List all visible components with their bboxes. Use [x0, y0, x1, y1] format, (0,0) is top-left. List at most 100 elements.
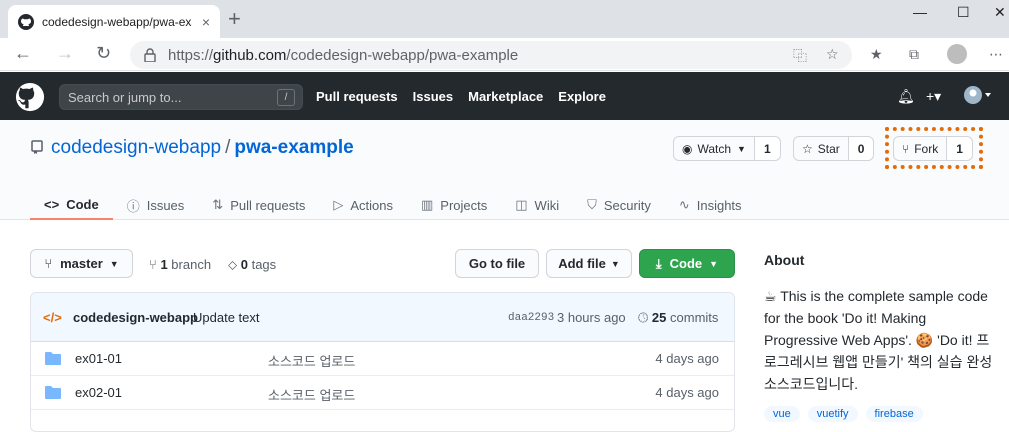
pull-request-icon: ⇅ — [212, 197, 224, 212]
add-file-button[interactable]: Add file ▼ — [546, 249, 632, 278]
close-tab-icon[interactable]: × — [202, 14, 210, 30]
topic-tag[interactable]: vuetify — [807, 406, 858, 422]
github-logo-icon[interactable] — [15, 82, 45, 112]
tab-actions-label: Actions — [350, 197, 393, 213]
branch-count-icon: ⑂ — [149, 257, 157, 272]
watch-label: Watch — [697, 141, 732, 156]
download-icon: ⤓ — [655, 255, 662, 271]
star-button[interactable]: ☆ Star — [794, 137, 849, 160]
user-avatar[interactable] — [964, 86, 992, 107]
search-input[interactable]: Search or jump to... / — [59, 84, 303, 110]
shield-icon: ⛉ — [587, 197, 597, 212]
tab-pull-requests[interactable]: ⇅ Pull requests — [198, 190, 319, 220]
watch-count[interactable]: 1 — [754, 137, 780, 160]
fork-highlight-annotation — [885, 127, 983, 169]
branch-icon: ⑂ — [44, 256, 53, 271]
tab-title: codedesign-webapp/pwa-examp — [42, 14, 192, 29]
search-placeholder: Search or jump to... — [68, 89, 182, 105]
branches-link[interactable]: ⑂ 1 branch — [149, 257, 211, 272]
add-file-label: Add file — [558, 256, 606, 271]
tag-word: tags — [251, 257, 277, 272]
topic-tag[interactable]: firebase — [865, 406, 923, 422]
search-shortcut-key: / — [277, 89, 295, 106]
tab-issues[interactable]: ⓘ Issues — [113, 190, 199, 220]
file-name[interactable]: ex02-01 — [75, 385, 122, 400]
nav-marketplace[interactable]: Marketplace — [468, 89, 543, 104]
tab-projects-label: Projects — [440, 197, 488, 213]
avatar-dropdown-icon — [964, 86, 991, 104]
repo-icon — [31, 140, 43, 154]
eye-icon: ◉ — [682, 141, 693, 156]
star-button-group: ☆ Star 0 — [793, 136, 875, 161]
file-list: </> codedesign-webapp Update text daa229… — [30, 292, 735, 432]
go-to-file-button[interactable]: Go to file — [455, 249, 539, 278]
commit-message[interactable]: Update text — [193, 310, 260, 325]
file-age: 4 days ago — [655, 385, 719, 400]
repo-nav: <> Code ⓘ Issues ⇅ Pull requests ▷ Actions ▥… — [30, 190, 756, 220]
tab-code[interactable]: <> Code — [30, 190, 113, 220]
branch-name: master — [60, 256, 103, 271]
branch-count: 1 — [160, 257, 168, 272]
commits-link[interactable]: 🕓︎ 25 commits — [638, 310, 718, 326]
code-download-button[interactable]: ⤓ Code ▼ — [639, 249, 735, 278]
browser-tab[interactable]: codedesign-webapp/pwa-examp × — [8, 5, 220, 38]
repo-header: codedesign-webapp / pwa-example ◉ Watch ▼ 1 … — [0, 120, 1009, 220]
close-window-icon[interactable]: ✕ — [994, 4, 1006, 21]
commit-count: 25 — [651, 310, 667, 325]
list-item[interactable]: ex02-01 소스코드 업로드 4 days ago — [31, 376, 734, 410]
create-new-plus-icon[interactable]: +▾ — [926, 88, 941, 105]
back-icon[interactable]: ← — [14, 43, 32, 64]
favorite-star-icon[interactable]: ☆ — [826, 46, 839, 63]
caret-down-icon: ▼ — [709, 258, 719, 269]
file-commit-message[interactable]: 소스코드 업로드 — [268, 385, 355, 404]
code-brand-icon: </> — [43, 310, 62, 325]
browser-profile-avatar[interactable] — [947, 44, 967, 64]
tab-projects[interactable]: ▥ Projects — [407, 190, 501, 220]
maximize-icon[interactable]: ☐ — [957, 4, 970, 21]
tab-actions[interactable]: ▷ Actions — [319, 190, 407, 220]
graph-icon: ∿ — [678, 197, 690, 212]
nav-pull-requests[interactable]: Pull requests — [316, 89, 398, 104]
url-field[interactable]: https://github.com/codedesign-webapp/pwa… — [130, 41, 852, 69]
commit-author[interactable]: codedesign-webapp — [73, 310, 198, 325]
about-panel: About ☕︎ This is the complete sample cod… — [764, 252, 994, 395]
tab-wiki[interactable]: ◫ Wiki — [501, 190, 573, 220]
github-favicon-icon — [18, 13, 34, 30]
minimize-icon[interactable]: — — [913, 4, 927, 20]
file-name[interactable]: ex01-01 — [75, 351, 122, 366]
star-count[interactable]: 0 — [848, 137, 874, 160]
lock-icon — [144, 48, 156, 62]
favorites-icon[interactable]: ★ — [870, 46, 883, 63]
translate-icon[interactable]: ⿻ — [793, 46, 807, 66]
repo-title: codedesign-webapp / pwa-example — [51, 137, 354, 159]
new-tab-button[interactable]: + — [228, 8, 241, 30]
file-commit-message[interactable]: 소스코드 업로드 — [268, 351, 355, 370]
caret-down-icon: ▼ — [737, 143, 746, 154]
forward-icon[interactable]: → — [56, 43, 74, 64]
repo-owner-link[interactable]: codedesign-webapp — [51, 137, 221, 158]
branch-select-button[interactable]: ⑂ master ▼ — [30, 249, 133, 278]
repo-name-link[interactable]: pwa-example — [234, 137, 353, 158]
more-options-icon[interactable]: ⋯ — [989, 46, 1003, 63]
code-label: Code — [669, 256, 703, 271]
tab-security-label: Security — [603, 197, 651, 213]
nav-issues[interactable]: Issues — [413, 89, 453, 104]
tags-link[interactable]: ⬦ 0 tags — [228, 257, 276, 273]
tab-insights[interactable]: ∿ Insights — [665, 190, 756, 220]
star-label: Star — [817, 141, 840, 156]
github-header: Search or jump to... / Pull requests Iss… — [0, 72, 1009, 120]
reload-icon[interactable]: ↻ — [96, 43, 111, 64]
url-text: https://github.com/codedesign-webapp/pwa… — [168, 46, 519, 64]
watch-button[interactable]: ◉ Watch ▼ — [674, 137, 755, 160]
collections-icon[interactable]: ⧉ — [909, 46, 919, 63]
notifications-bell-icon[interactable]: 🔔︎ — [897, 88, 915, 105]
topic-tag[interactable]: vue — [764, 406, 800, 422]
address-bar: ← → ↻ https://github.com/codedesign-weba… — [0, 38, 1009, 71]
tab-insights-label: Insights — [696, 197, 742, 213]
about-description: ☕︎ This is the complete sample code for … — [764, 285, 994, 395]
tab-security[interactable]: ⛉ Security — [573, 190, 665, 220]
nav-explore[interactable]: Explore — [558, 89, 606, 104]
commit-sha[interactable]: daa2293 — [508, 312, 554, 324]
list-item[interactable]: ex01-01 소스코드 업로드 4 days ago — [31, 342, 734, 376]
topics-list: vue vuetify firebase — [764, 406, 923, 422]
